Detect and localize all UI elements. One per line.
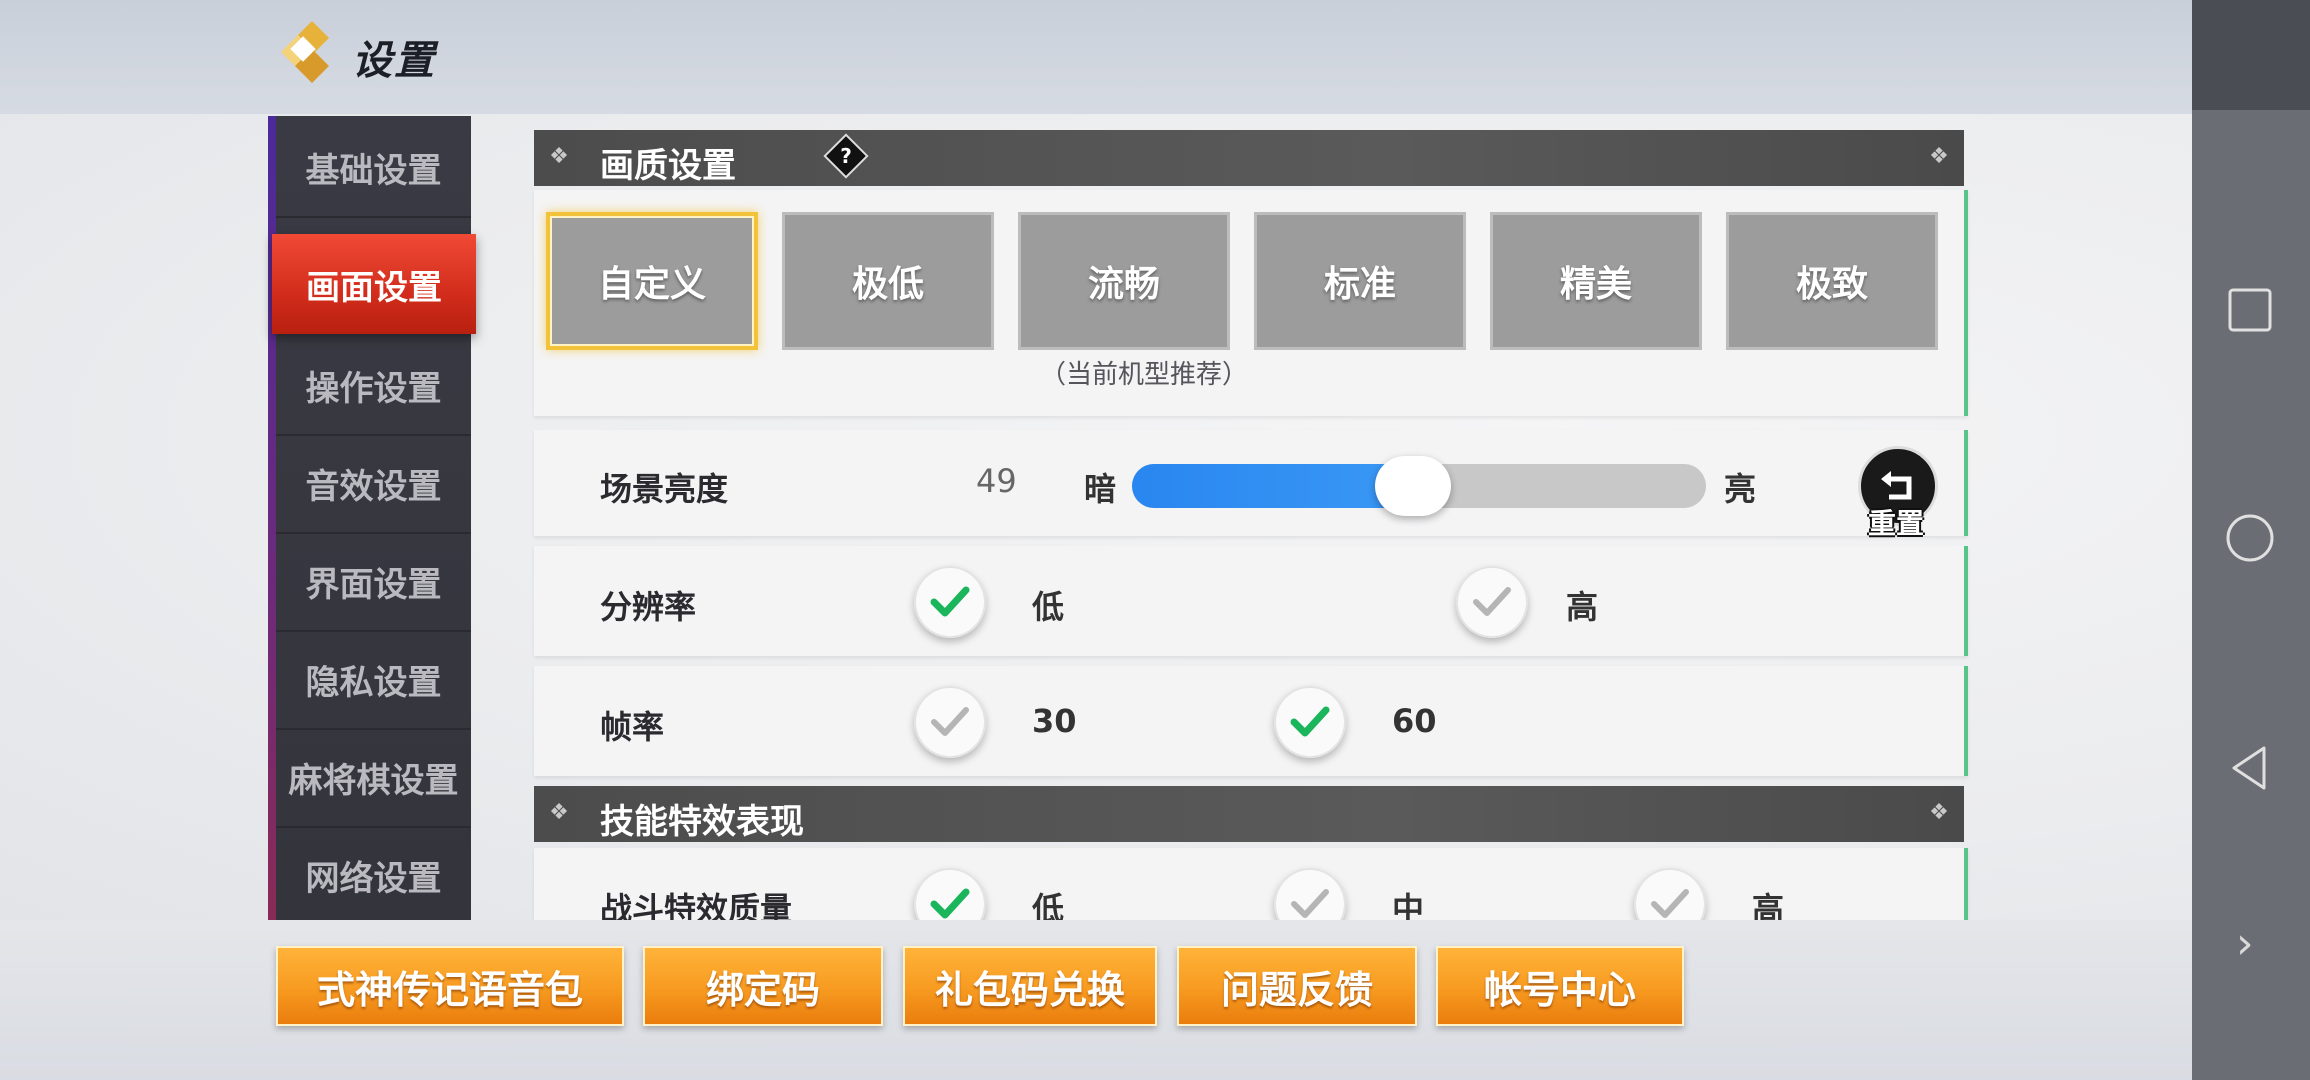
check-icon: [930, 586, 970, 617]
back-icon[interactable]: [2224, 742, 2276, 794]
page-title: 设置: [352, 38, 436, 84]
account-center-button[interactable]: 帐号中心: [1436, 946, 1684, 1026]
brightness-value: 49: [976, 462, 1017, 500]
brightness-label: 场景亮度: [600, 470, 729, 508]
sidebar-item-label: 基础设置: [305, 150, 442, 191]
check-icon: [930, 888, 970, 919]
section-title: 画质设置: [600, 146, 736, 186]
skill-section-header: ❖ 技能特效表现 ❖: [534, 786, 1964, 842]
settings-sidebar: 基础设置 画面设置 操作设置 音效设置 界面设置 隐私设置 麻将棋设置 网络设置: [268, 116, 476, 926]
sidebar-item-controls[interactable]: 操作设置: [276, 336, 471, 436]
ornament-icon: ❖: [1929, 144, 1949, 169]
sidebar-item-audio[interactable]: 音效设置: [276, 434, 471, 534]
ornament-icon: ❖: [1929, 800, 1949, 825]
combat-effects-label: 战斗特效质量: [600, 890, 793, 920]
combat-low-checkbox[interactable]: [914, 868, 986, 920]
check-icon: [1473, 587, 1511, 616]
recommended-note: （当前机型推荐）: [1040, 360, 1249, 390]
resolution-low-checkbox[interactable]: [914, 566, 986, 638]
ornament-icon: ❖: [549, 144, 569, 169]
combat-high-checkbox[interactable]: [1634, 868, 1706, 920]
reset-label: 重置: [1868, 507, 1925, 540]
bind-code-button[interactable]: 绑定码: [643, 946, 883, 1026]
brightness-dark-label: 暗: [1084, 470, 1117, 508]
resolution-label: 分辨率: [600, 588, 697, 626]
framerate-30-label: 30: [1032, 702, 1077, 740]
resolution-high-checkbox[interactable]: [1456, 566, 1528, 638]
help-icon[interactable]: ?: [823, 133, 869, 179]
combat-mid-checkbox[interactable]: [1274, 868, 1346, 920]
combat-high-label: 高: [1752, 890, 1785, 920]
check-icon: [1651, 889, 1689, 918]
sidebar-item-basic[interactable]: 基础设置: [276, 118, 471, 218]
sidebar-item-label: 界面设置: [305, 564, 442, 605]
quality-section-header: ❖ 画质设置 ? ❖: [534, 130, 1964, 186]
nav-bar-top: [2192, 0, 2310, 110]
preset-ultimate-button[interactable]: 极致: [1726, 212, 1938, 350]
sidebar-item-mahjong[interactable]: 麻将棋设置: [276, 728, 471, 828]
home-icon[interactable]: [2224, 512, 2276, 564]
ornament-icon: ❖: [549, 800, 569, 825]
framerate-30-checkbox[interactable]: [914, 686, 986, 758]
brightness-bright-label: 亮: [1724, 470, 1757, 508]
resolution-low-label: 低: [1032, 588, 1065, 626]
framerate-60-checkbox[interactable]: [1274, 686, 1346, 758]
sidebar-item-label: 操作设置: [305, 368, 442, 409]
settings-logo-icon: [281, 21, 338, 83]
preset-smooth-button[interactable]: 流畅: [1018, 212, 1230, 350]
sidebar-item-label: 网络设置: [305, 858, 442, 899]
section-title: 技能特效表现: [600, 802, 804, 842]
sidebar-item-label: 音效设置: [305, 466, 442, 507]
sidebar-item-interface[interactable]: 界面设置: [276, 532, 471, 632]
gift-code-button[interactable]: 礼包码兑换: [903, 946, 1157, 1026]
chevron-right-icon[interactable]: ›: [2236, 918, 2254, 969]
quality-presets-row: 自定义 极低 流畅 标准 精美 极致 （当前机型推荐）: [534, 190, 1968, 416]
resolution-row: 分辨率 低 高: [534, 546, 1968, 656]
feedback-button[interactable]: 问题反馈: [1177, 946, 1417, 1026]
preset-lowest-button[interactable]: 极低: [782, 212, 994, 350]
check-icon: [931, 707, 969, 736]
sidebar-item-network[interactable]: 网络设置: [276, 826, 471, 926]
sidebar-item-label: 麻将棋设置: [288, 760, 459, 801]
combat-low-label: 低: [1032, 890, 1065, 920]
resolution-high-label: 高: [1566, 588, 1599, 626]
slider-fill: [1132, 464, 1413, 508]
voice-pack-button[interactable]: 式神传记语音包: [276, 946, 624, 1026]
sidebar-item-label: 隐私设置: [305, 662, 442, 703]
sidebar-item-display[interactable]: 画面设置: [272, 234, 476, 334]
recent-apps-icon[interactable]: [2224, 284, 2276, 336]
framerate-label: 帧率: [600, 708, 665, 746]
check-icon: [1290, 706, 1330, 737]
framerate-60-label: 60: [1392, 702, 1437, 740]
preset-custom-button[interactable]: 自定义: [546, 212, 758, 350]
preset-standard-button[interactable]: 标准: [1254, 212, 1466, 350]
reset-arrow-icon: [1881, 471, 1912, 500]
check-icon: [1291, 889, 1329, 918]
sidebar-item-privacy[interactable]: 隐私设置: [276, 630, 471, 730]
brightness-row: 场景亮度 49 暗 亮 重置: [534, 430, 1968, 540]
preset-fine-button[interactable]: 精美: [1490, 212, 1702, 350]
combat-effects-row: 战斗特效质量 低 中 高: [534, 848, 1968, 920]
combat-mid-label: 中: [1392, 890, 1425, 920]
sidebar-item-label: 画面设置: [306, 267, 442, 308]
framerate-row: 帧率 30 60: [534, 666, 1968, 776]
slider-thumb[interactable]: [1375, 456, 1451, 516]
